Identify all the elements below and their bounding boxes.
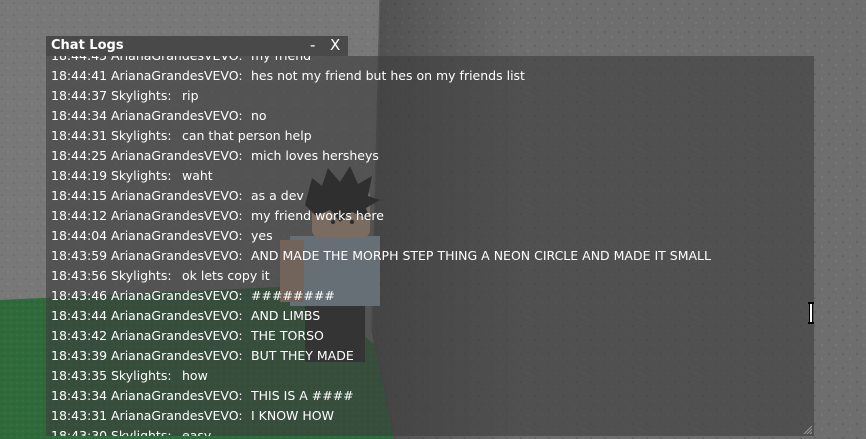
log-message: AND MADE THE MORPH STEP THING A NEON CIR… [251, 248, 711, 263]
window-title: Chat Logs [51, 38, 124, 53]
log-message: THIS IS A #### [251, 388, 354, 403]
log-row: 18:43:59 ArianaGrandesVEVO: AND MADE THE… [46, 246, 806, 266]
log-message: hes not my friend but hes on my friends … [251, 68, 525, 83]
log-timestamp: 18:44:41 [51, 68, 108, 83]
log-row: 18:43:46 ArianaGrandesVEVO: ######## [46, 286, 806, 306]
log-timestamp: 18:44:37 [51, 88, 108, 103]
chat-logs-title-bar[interactable]: Chat Logs - X [46, 36, 348, 56]
log-username: ArianaGrandesVEVO: [111, 348, 243, 363]
log-message: waht [182, 168, 213, 183]
log-username: ArianaGrandesVEVO: [111, 108, 243, 123]
log-timestamp: 18:43:46 [51, 288, 108, 303]
log-username: ArianaGrandesVEVO: [111, 208, 243, 223]
log-timestamp: 18:43:44 [51, 308, 108, 323]
log-row: 18:44:25 ArianaGrandesVEVO: mich loves h… [46, 146, 806, 166]
log-username: ArianaGrandesVEVO: [111, 328, 243, 343]
log-timestamp: 18:44:04 [51, 228, 108, 243]
log-timestamp: 18:44:34 [51, 108, 108, 123]
log-timestamp: 18:44:19 [51, 168, 108, 183]
log-row: 18:43:31 ArianaGrandesVEVO: I KNOW HOW [46, 406, 806, 426]
log-username: ArianaGrandesVEVO: [111, 408, 243, 423]
log-timestamp: 18:43:34 [51, 388, 108, 403]
log-row: 18:44:37 Skylights: rip [46, 86, 806, 106]
chat-log-list: 18:44:45 ArianaGrandesVEVO: my friend 18… [46, 56, 806, 436]
resize-grip-icon[interactable] [802, 424, 812, 434]
log-username: Skylights: [111, 128, 172, 143]
log-timestamp: 18:43:59 [51, 248, 108, 263]
log-timestamp: 18:43:42 [51, 328, 108, 343]
log-timestamp: 18:43:31 [51, 408, 108, 423]
log-username: Skylights: [111, 268, 172, 283]
log-username: ArianaGrandesVEVO: [111, 288, 243, 303]
log-message: easy [182, 428, 212, 436]
log-message: AND LIMBS [251, 308, 321, 323]
log-row: 18:44:15 ArianaGrandesVEVO: as a dev [46, 186, 806, 206]
log-row: 18:43:30 Skylights: easy [46, 426, 806, 436]
log-row: 18:43:39 ArianaGrandesVEVO: BUT THEY MAD… [46, 346, 806, 366]
log-timestamp: 18:44:12 [51, 208, 108, 223]
log-timestamp: 18:44:31 [51, 128, 108, 143]
log-username: ArianaGrandesVEVO: [111, 56, 243, 66]
log-message: yes [251, 228, 273, 243]
log-timestamp: 18:43:30 [51, 428, 108, 436]
log-timestamp: 18:43:56 [51, 268, 108, 283]
close-button[interactable]: X [330, 36, 340, 55]
log-row: 18:43:42 ArianaGrandesVEVO: THE TORSO [46, 326, 806, 346]
log-message: THE TORSO [251, 328, 324, 343]
log-row: 18:44:34 ArianaGrandesVEVO: no [46, 106, 806, 126]
minimize-button[interactable]: - [310, 36, 315, 55]
chat-logs-window: Chat Logs - X 18:44:45 ArianaGrandesVEVO… [46, 36, 814, 436]
log-timestamp: 18:43:39 [51, 348, 108, 363]
log-message: BUT THEY MADE [251, 348, 354, 363]
log-timestamp: 18:44:25 [51, 148, 108, 163]
log-row: 18:44:19 Skylights: waht [46, 166, 806, 186]
log-row: 18:43:35 Skylights: how [46, 366, 806, 386]
log-username: ArianaGrandesVEVO: [111, 308, 243, 323]
log-username: Skylights: [111, 168, 172, 183]
log-timestamp: 18:44:45 [51, 56, 107, 66]
log-username: ArianaGrandesVEVO: [111, 388, 243, 403]
log-message: can that person help [182, 128, 312, 143]
log-row: 18:44:12 ArianaGrandesVEVO: my friend wo… [46, 206, 806, 226]
log-message: no [251, 108, 267, 123]
log-row: 18:44:45 ArianaGrandesVEVO: my friend [46, 56, 806, 66]
log-message: my friend [251, 56, 311, 66]
log-row: 18:43:34 ArianaGrandesVEVO: THIS IS A ##… [46, 386, 806, 406]
log-row: 18:43:56 Skylights: ok lets copy it [46, 266, 806, 286]
log-message: as a dev [251, 188, 304, 203]
log-timestamp: 18:43:35 [51, 368, 108, 383]
log-timestamp: 18:44:15 [51, 188, 108, 203]
log-row: 18:44:04 ArianaGrandesVEVO: yes [46, 226, 806, 246]
log-message: mich loves hersheys [251, 148, 379, 163]
log-username: ArianaGrandesVEVO: [111, 148, 243, 163]
log-message: how [182, 368, 208, 383]
log-message: I KNOW HOW [251, 408, 334, 423]
log-username: Skylights: [111, 428, 172, 436]
log-row: 18:44:31 Skylights: can that person help [46, 126, 806, 146]
log-message: rip [182, 88, 199, 103]
log-message: ok lets copy it [182, 268, 270, 283]
text-cursor-icon [808, 302, 814, 324]
log-username: Skylights: [111, 368, 172, 383]
log-username: ArianaGrandesVEVO: [111, 228, 243, 243]
log-username: ArianaGrandesVEVO: [111, 68, 243, 83]
log-message: my friend works here [251, 208, 384, 223]
log-username: ArianaGrandesVEVO: [111, 248, 243, 263]
log-row: 18:44:41 ArianaGrandesVEVO: hes not my f… [46, 66, 806, 86]
chat-log-panel[interactable]: 18:44:45 ArianaGrandesVEVO: my friend 18… [46, 56, 814, 436]
log-username: Skylights: [111, 88, 172, 103]
log-username: ArianaGrandesVEVO: [111, 188, 243, 203]
log-row: 18:43:44 ArianaGrandesVEVO: AND LIMBS [46, 306, 806, 326]
log-message: ######## [251, 288, 335, 303]
